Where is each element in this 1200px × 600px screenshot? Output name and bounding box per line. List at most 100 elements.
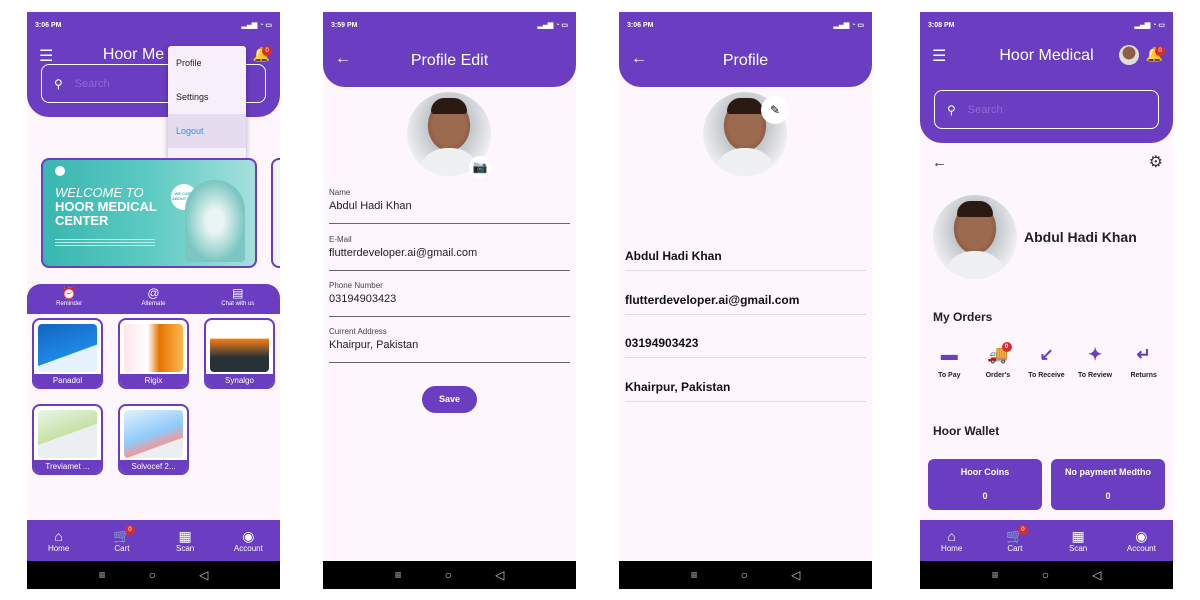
back-triangle-icon[interactable]: ◁	[1092, 568, 1101, 582]
nav-scan[interactable]: ▦ Scan	[1053, 528, 1103, 553]
bottom-nav: ⌂ Home 🛒 Cart 0 ▦ Scan ◉ Account	[27, 520, 280, 561]
menu-item-settings[interactable]: Settings	[168, 80, 246, 114]
status-time: 3:06 PM	[35, 21, 62, 29]
address-label: Current Address	[329, 327, 387, 336]
back-triangle-icon[interactable]: ◁	[791, 568, 800, 582]
status-icons: ▂▄▆ ◔ ▭	[241, 22, 272, 29]
status-icons: ▂▄▆ ◔ ▭	[537, 22, 568, 29]
nav-scan[interactable]: ▦ Scan	[160, 528, 210, 553]
avatar[interactable]	[1119, 45, 1139, 65]
system-nav-bar: ≡ ○ ◁	[323, 561, 576, 589]
quick-alternate[interactable]: @ Alternate	[123, 286, 183, 314]
wallet-coins-label: Hoor Coins	[960, 467, 1010, 477]
app-header: 3:08 PM ▂▄▆ ◔ ▭ ☰ Hoor Medical 🔔 0 ⚲	[920, 12, 1173, 143]
menu-item-logout[interactable]: Logout	[168, 114, 246, 148]
nav-home[interactable]: ⌂ Home	[34, 528, 84, 553]
product-card[interactable]: Treviamet ...	[32, 404, 103, 475]
product-card[interactable]: Solvocef 2...	[118, 404, 189, 475]
phone-input[interactable]	[329, 293, 569, 305]
quick-chat-label: Chat with us	[221, 301, 255, 307]
nav-account-label: Account	[233, 544, 263, 553]
recents-icon[interactable]: ≡	[992, 568, 999, 582]
nav-home-label: Home	[940, 544, 963, 553]
recents-icon[interactable]: ≡	[691, 568, 698, 582]
back-arrow-icon[interactable]: ←	[932, 154, 947, 171]
email-label: E-Mail	[329, 235, 352, 244]
search-bar[interactable]: ⚲	[934, 90, 1159, 129]
nav-cart[interactable]: 🛒 Cart 0	[97, 525, 147, 553]
page-title: Profile Edit	[410, 52, 489, 69]
chat-icon: ▤	[232, 286, 244, 300]
order-to-pay[interactable]: ▬ To Pay	[925, 344, 974, 379]
screen-profile: 3:06 PM ▂▄▆ ◔ ▭ ← Profile ✎ Abdul Hadi K…	[619, 12, 872, 589]
nav-account[interactable]: ◉ Account	[223, 528, 273, 553]
account-icon: ◉	[1135, 528, 1148, 544]
email-input[interactable]	[329, 247, 569, 259]
gear-icon[interactable]: ⚙	[1149, 152, 1163, 172]
promo-banner[interactable]: WELCOME TO HOOR MEDICAL CENTER WE CARE A…	[41, 158, 257, 268]
nav-scan-label: Scan	[1069, 544, 1088, 553]
quick-alternate-label: Alternate	[141, 301, 166, 307]
product-card[interactable]: Panadol	[32, 318, 103, 389]
account-name: Abdul Hadi Khan	[1024, 229, 1137, 245]
wallet-coins-value: 0	[982, 491, 988, 501]
banner-welcome: WELCOME TO	[55, 185, 144, 200]
next-banner-peek[interactable]	[271, 158, 280, 268]
bottom-nav: ⌂ Home 🛒 Cart 0 ▦ Scan ◉ Account	[920, 520, 1173, 561]
search-input[interactable]	[967, 103, 1118, 116]
wallet-title: Hoor Wallet	[933, 424, 1000, 438]
scan-icon: ▦	[1071, 528, 1085, 544]
home-icon: ⌂	[947, 528, 956, 544]
status-icons: ▂▄▆ ◔ ▭	[1134, 22, 1165, 29]
status-icons: ▂▄▆ ◔ ▭	[833, 22, 864, 29]
edit-pencil-icon[interactable]: ✎	[761, 96, 789, 124]
order-to-review[interactable]: ✦ To Review	[1071, 344, 1120, 379]
email-field: E-Mail	[329, 235, 570, 271]
menu-item-profile[interactable]: Profile	[168, 46, 246, 80]
product-card[interactable]: Synalgo	[204, 318, 275, 389]
nav-cart-label: Cart	[1007, 544, 1023, 553]
profile-address: Khairpur, Pakistan	[625, 372, 866, 402]
back-triangle-icon[interactable]: ◁	[495, 568, 504, 582]
order-returns[interactable]: ↵ Returns	[1119, 344, 1168, 379]
home-circle-icon[interactable]: ○	[1042, 568, 1049, 582]
cart-icon: 🛒	[1006, 528, 1024, 544]
name-label: Name	[329, 188, 351, 197]
recents-icon[interactable]: ≡	[395, 568, 402, 582]
wallet-coins-card[interactable]: Hoor Coins 0	[928, 459, 1042, 510]
recents-icon[interactable]: ≡	[99, 568, 106, 582]
save-button[interactable]: Save	[422, 386, 477, 413]
wallet-payment-card[interactable]: No payment Medtho 0	[1051, 459, 1165, 510]
back-triangle-icon[interactable]: ◁	[199, 568, 208, 582]
order-to-pay-label: To Pay	[938, 372, 961, 379]
status-time: 3:06 PM	[627, 21, 654, 29]
orders-title: My Orders	[933, 310, 993, 324]
home-circle-icon[interactable]: ○	[445, 568, 452, 582]
arrow-down-left-icon: ↙	[1039, 345, 1054, 364]
quick-chat[interactable]: ▤ Chat with us	[208, 286, 268, 314]
quick-reminder[interactable]: ⏰ Reminder	[39, 286, 99, 314]
phone-label: Phone Number	[329, 281, 383, 290]
home-circle-icon[interactable]: ○	[149, 568, 156, 582]
name-input[interactable]	[329, 200, 569, 212]
orders-badge: 0	[1001, 342, 1012, 352]
order-to-receive[interactable]: ↙ To Receive	[1022, 344, 1071, 379]
brand-logo	[55, 166, 65, 176]
home-circle-icon[interactable]: ○	[741, 568, 748, 582]
status-bar: 3:59 PM ▂▄▆ ◔ ▭	[323, 12, 576, 38]
return-icon: ↵	[1136, 345, 1151, 364]
nav-home[interactable]: ⌂ Home	[927, 528, 977, 553]
cart-badge: 0	[1017, 525, 1028, 535]
system-nav-bar: ≡ ○ ◁	[920, 561, 1173, 589]
quick-reminder-label: Reminder	[56, 301, 83, 307]
banner-headline: WELCOME TO HOOR MEDICAL CENTER	[55, 186, 175, 228]
orders-row: ▬ To Pay 🚚 Order's 0 ↙ To Receive ✦ To Review…	[925, 342, 1168, 379]
address-input[interactable]	[329, 339, 569, 351]
nav-account[interactable]: ◉ Account	[1116, 528, 1166, 553]
nav-cart[interactable]: 🛒 Cart 0	[990, 525, 1040, 553]
alarm-icon: ⏰	[61, 286, 77, 300]
camera-icon[interactable]: 📷	[469, 156, 491, 178]
screen-home: 3:06 PM ▂▄▆ ◔ ▭ ☰ Hoor Me 🔔 0 ⚲ Profile …	[27, 12, 280, 589]
order-orders[interactable]: 🚚 Order's 0	[974, 342, 1023, 379]
product-card[interactable]: Rigix	[118, 318, 189, 389]
